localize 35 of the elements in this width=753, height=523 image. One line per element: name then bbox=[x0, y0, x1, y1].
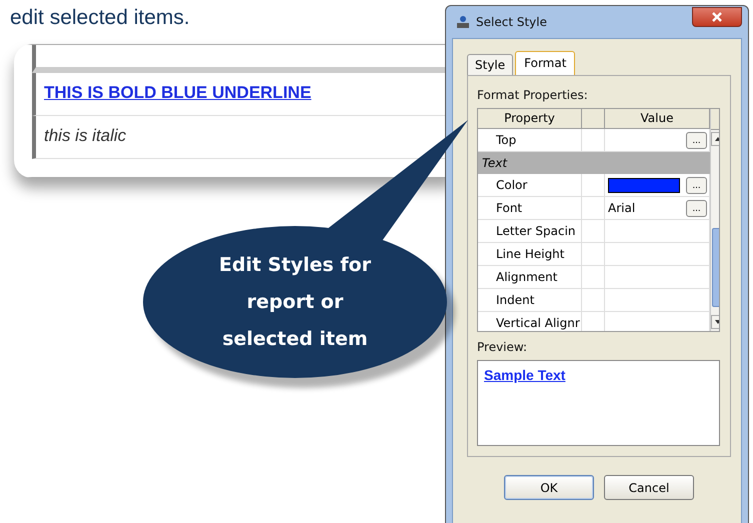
property-name: Letter Spacin bbox=[496, 224, 576, 238]
slide-heading: edit selected items. bbox=[10, 6, 191, 30]
property-row[interactable]: Line Height bbox=[478, 243, 710, 266]
section-label: Preview: bbox=[477, 340, 528, 354]
tab[interactable]: Style bbox=[467, 54, 514, 75]
property-name: Indent bbox=[496, 293, 534, 307]
column-header: Property bbox=[478, 109, 582, 128]
property-name: Vertical Alignr bbox=[496, 316, 580, 330]
property-row[interactable]: Font Arial ... bbox=[478, 197, 710, 220]
report-text: THIS IS BOLD BLUE UNDERLINE bbox=[44, 83, 312, 102]
section-label: Format Properties: bbox=[477, 88, 589, 102]
property-row[interactable]: Indent bbox=[478, 289, 710, 312]
browse-button[interactable]: ... bbox=[686, 132, 707, 148]
category-label: Text bbox=[482, 156, 508, 170]
close-button[interactable] bbox=[692, 7, 742, 27]
property-name: Alignment bbox=[496, 270, 558, 284]
dialog-button[interactable]: Cancel bbox=[604, 475, 694, 500]
property-row[interactable]: Color ... bbox=[478, 174, 710, 197]
browse-button[interactable]: ... bbox=[686, 176, 707, 194]
property-name: Line Height bbox=[496, 247, 564, 261]
tab[interactable]: Format bbox=[515, 51, 576, 75]
property-row[interactable]: Letter Spacin bbox=[478, 220, 710, 243]
browse-button[interactable]: ... bbox=[686, 200, 707, 216]
callout-text: Edit Styles for report or selected item bbox=[218, 252, 372, 352]
property-name: Top bbox=[496, 133, 516, 147]
report-text: this is italic bbox=[44, 126, 126, 145]
property-name: Color bbox=[496, 178, 528, 192]
dialog-button[interactable]: OK bbox=[504, 475, 594, 500]
preview-text: Sample Text bbox=[484, 367, 566, 383]
app-icon bbox=[456, 15, 470, 29]
property-name: Font bbox=[496, 201, 522, 215]
property-row[interactable]: Alignment bbox=[478, 266, 710, 289]
property-value: Arial bbox=[608, 201, 636, 215]
close-icon bbox=[711, 11, 723, 23]
window-title: Select Style bbox=[476, 15, 548, 29]
